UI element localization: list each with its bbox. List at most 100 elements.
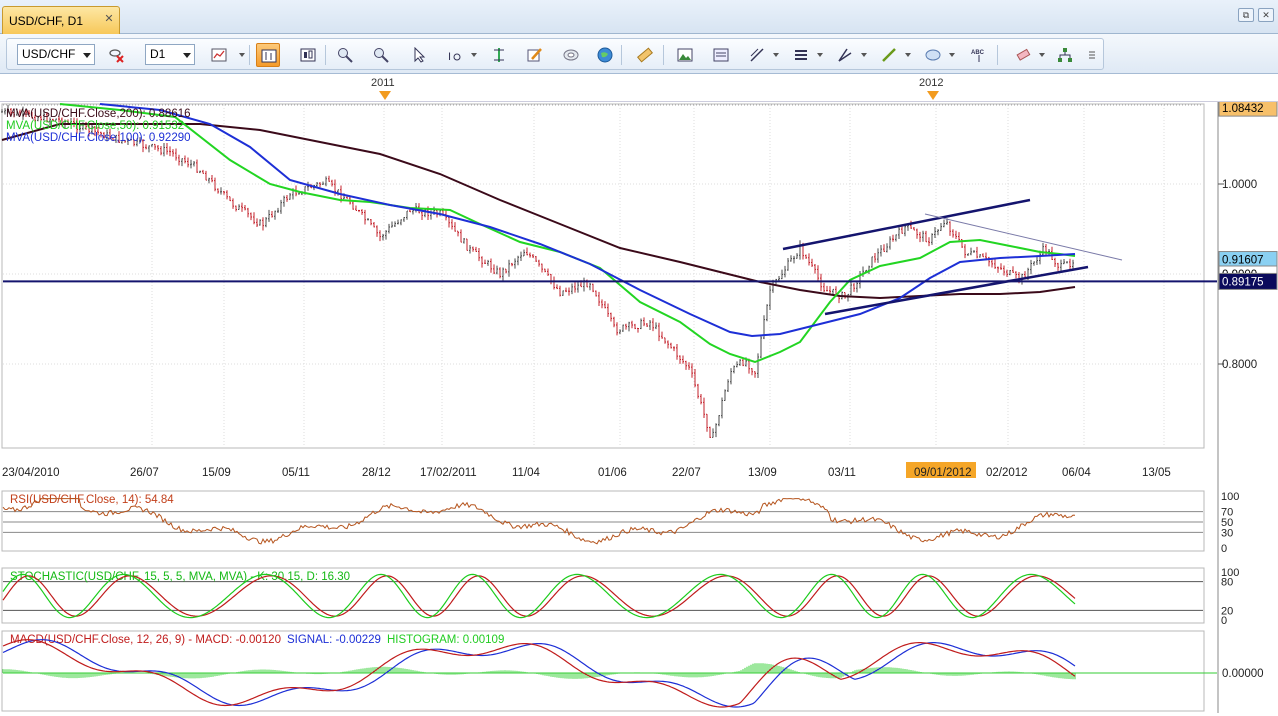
- chart-tab-title: USD/CHF, D1: [9, 14, 84, 28]
- x-tick-label: 17/02/2011: [420, 467, 477, 479]
- chevron-down-icon[interactable]: [239, 53, 245, 57]
- time-axis: 23/04/2010 26/07 15/09 05/11 28/12 17/02/2011…: [2, 462, 1171, 479]
- rsi-axis-label: 30: [1221, 527, 1233, 539]
- separator: [663, 45, 664, 65]
- indicator-legend-item: MVA(USD/CHF.Close,200): 0.88616: [6, 108, 191, 120]
- edit-icon[interactable]: [523, 43, 547, 67]
- x-tick-label: 28/12: [362, 467, 391, 479]
- indicator-legend-item: MVA(USD/CHF.Close,100): 0.92290: [6, 132, 191, 144]
- chevron-down-icon: [83, 53, 91, 58]
- year-label-2011: 2011: [371, 77, 395, 89]
- fib-icon[interactable]: [745, 43, 769, 67]
- stoch-axis-label: 80: [1221, 577, 1233, 589]
- eraser-icon[interactable]: [1011, 43, 1035, 67]
- rsi-axis-label: 0: [1221, 543, 1227, 555]
- x-tick-label: 22/07: [672, 467, 701, 479]
- rsi-label: RSI(USD/CHF.Close, 14): 54.84: [10, 494, 174, 506]
- cross-icon[interactable]: [105, 43, 129, 67]
- network-icon[interactable]: [1053, 43, 1077, 67]
- x-tick-label: 01/06: [598, 467, 627, 479]
- x-tick-label: 26/07: [130, 467, 159, 479]
- stochastic-label: STOCHASTIC(USD/CHF, 15, 5, 5, MVA, MVA) …: [10, 571, 350, 583]
- svg-text:I: I: [448, 51, 451, 63]
- chart-style-bars-icon[interactable]: [256, 43, 280, 67]
- period-marker-icon[interactable]: [927, 91, 939, 101]
- x-tick-label: 02/2012: [986, 467, 1028, 479]
- macd-signal-label: SIGNAL: -0.00229: [287, 634, 381, 646]
- period-marker-icon[interactable]: [379, 91, 391, 101]
- macd-hist-label: HISTOGRAM: 0.00109: [387, 634, 504, 646]
- lines-icon[interactable]: [789, 43, 813, 67]
- x-tick-label: 06/04: [1062, 467, 1091, 479]
- toolbar: USD/CHF D1 I ABC: [0, 34, 1278, 74]
- indicator-legend-item: MVA(USD/CHF.Close,50): 0.91532: [6, 120, 184, 132]
- channel-icon[interactable]: [833, 43, 857, 67]
- separator: [621, 45, 622, 65]
- rsi-axis-label: 100: [1221, 491, 1239, 503]
- x-tick-label: 09/01/2012: [914, 467, 972, 479]
- macd-main-label: MACD(USD/CHF.Close, 12, 26, 9) - MACD: -…: [10, 634, 281, 646]
- timeframe-value: D1: [150, 47, 166, 61]
- window-close-icon[interactable]: ✕: [1258, 8, 1274, 22]
- more-icon[interactable]: [1083, 43, 1099, 67]
- chevron-down-icon[interactable]: [905, 53, 911, 57]
- stoch-axis-label: 0: [1221, 615, 1227, 627]
- timeframe-select[interactable]: D1: [145, 44, 195, 65]
- x-tick-label: 23/04/2010: [2, 467, 60, 479]
- separator: [249, 45, 250, 65]
- year-label-2012: 2012: [919, 77, 944, 89]
- separator: [997, 45, 998, 65]
- svg-text:ABC: ABC: [971, 50, 985, 56]
- separator: [325, 45, 326, 65]
- chevron-down-icon[interactable]: [861, 53, 867, 57]
- price-tag-label: 0.91607: [1222, 255, 1264, 267]
- x-tick-label: 03/11: [828, 467, 856, 479]
- tab-bar: USD/CHF, D1 ✕ ⧉ ✕: [0, 0, 1278, 34]
- restore-icon[interactable]: ⧉: [1238, 8, 1254, 22]
- ruler-icon[interactable]: [633, 43, 657, 67]
- x-tick-label: 13/09: [748, 467, 777, 479]
- template-icon[interactable]: [709, 43, 733, 67]
- price-chart[interactable]: MVA(USD/CHF.Close,200): 0.88616MVA(USD/C…: [0, 99, 1278, 713]
- abc-icon[interactable]: ABC: [967, 43, 991, 67]
- chevron-down-icon[interactable]: [471, 53, 477, 57]
- symbol-value: USD/CHF: [22, 47, 76, 61]
- chart-area[interactable]: MVA(USD/CHF.Close,200): 0.88616 MVA(USD/C…: [0, 99, 1278, 713]
- main-panel-frame: [1, 103, 1205, 449]
- x-tick-label: 11/04: [512, 467, 541, 479]
- x-tick-label: 13/05: [1142, 467, 1171, 479]
- text-icon[interactable]: I: [443, 43, 467, 67]
- layers-icon[interactable]: [559, 43, 583, 67]
- x-tick-label: 15/09: [202, 467, 231, 479]
- macd-axis-label: 0.00000: [1222, 668, 1264, 680]
- symbol-select[interactable]: USD/CHF: [17, 44, 95, 65]
- zoom-in-icon[interactable]: [333, 43, 357, 67]
- price-axis: 1.00000.80001.084320.916070.90000.89175: [1218, 99, 1278, 371]
- chart-style-candles-icon[interactable]: [296, 43, 320, 67]
- chevron-down-icon[interactable]: [1039, 53, 1045, 57]
- x-tick-label: 05/11: [282, 467, 310, 479]
- globe-icon[interactable]: [593, 43, 617, 67]
- chevron-down-icon: [183, 53, 191, 58]
- time-scale-header: 2011 2012: [0, 74, 1278, 102]
- pen-icon[interactable]: [877, 43, 901, 67]
- chart-tab[interactable]: USD/CHF, D1 ✕: [2, 6, 120, 34]
- chevron-down-icon[interactable]: [773, 53, 779, 57]
- price-tag-label: 1.08432: [1222, 103, 1264, 115]
- shape-icon[interactable]: [921, 43, 945, 67]
- chart-type-icon[interactable]: [207, 43, 231, 67]
- image-icon[interactable]: [673, 43, 697, 67]
- crosshair-icon[interactable]: [407, 43, 431, 67]
- chevron-down-icon[interactable]: [949, 53, 955, 57]
- toolbar-group: USD/CHF D1 I ABC: [6, 38, 1104, 70]
- chevron-down-icon[interactable]: [817, 53, 823, 57]
- y-tick-label: 0.8000: [1222, 359, 1257, 371]
- indicator-legend: MVA(USD/CHF.Close,200): 0.88616MVA(USD/C…: [6, 108, 191, 144]
- y-tick-label: 1.0000: [1222, 179, 1257, 191]
- macd-label: MACD(USD/CHF.Close, 12, 26, 9) - MACD: -…: [10, 634, 504, 646]
- zoom-out-icon[interactable]: [369, 43, 393, 67]
- close-icon[interactable]: ✕: [103, 13, 115, 25]
- rsi-panel: [1, 490, 1205, 552]
- period-separator-icon[interactable]: [487, 43, 511, 67]
- price-tag-label: 0.89175: [1222, 276, 1264, 288]
